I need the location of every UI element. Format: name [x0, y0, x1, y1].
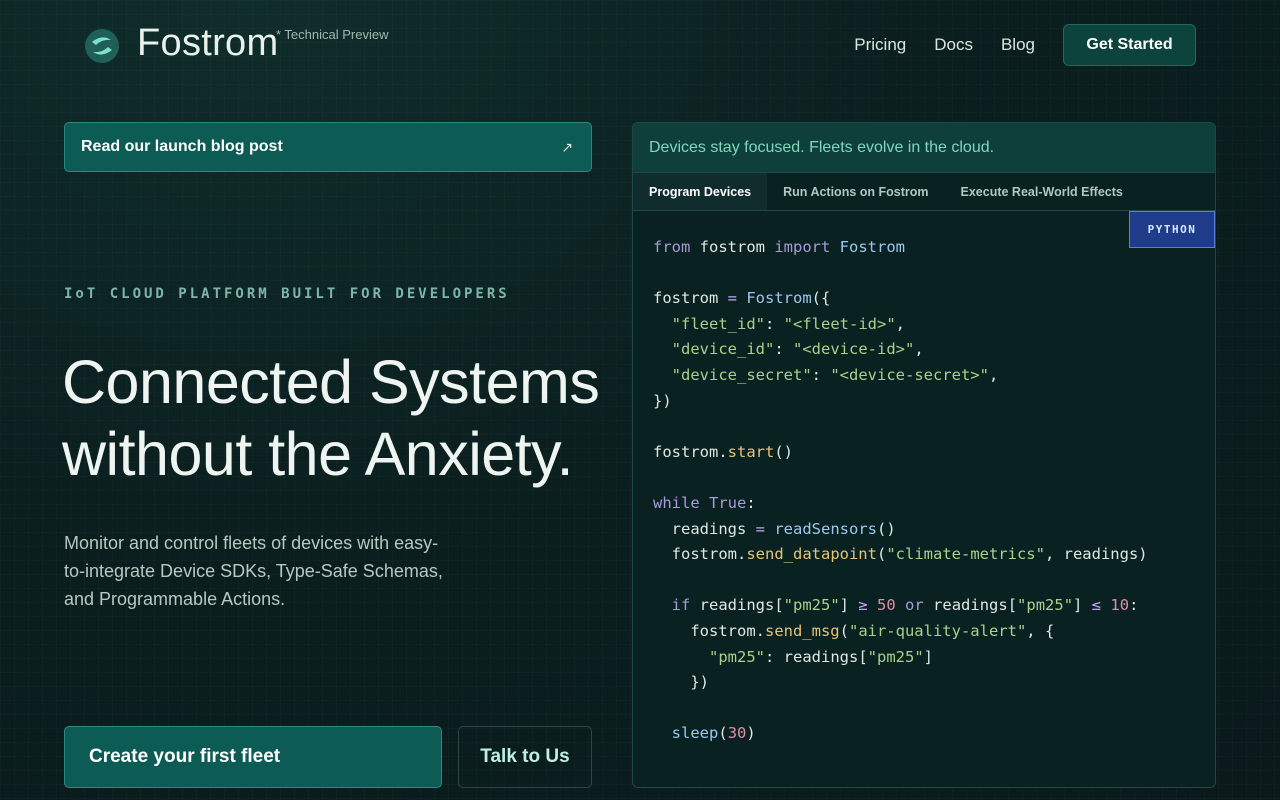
tab-run-actions[interactable]: Run Actions on Fostrom	[767, 173, 944, 210]
create-fleet-button[interactable]: Create your first fleet	[64, 726, 442, 788]
technical-preview-tag: * Technical Preview	[276, 27, 389, 42]
nav-docs[interactable]: Docs	[934, 35, 973, 55]
site-header: Fostrom * Technical Preview Pricing Docs…	[0, 0, 1280, 90]
code-sample: from fostrom import Fostrom fostrom = Fo…	[653, 238, 1148, 743]
headline-line-2: without the Anxiety.	[62, 420, 574, 488]
code-tabs: Program Devices Run Actions on Fostrom E…	[633, 173, 1215, 211]
tab-execute-effects[interactable]: Execute Real-World Effects	[945, 173, 1139, 210]
headline-line-1: Connected Systems	[62, 348, 600, 416]
hero-eyebrow: IoT CLOUD PLATFORM BUILT FOR DEVELOPERS	[64, 286, 510, 302]
code-panel: Devices stay focused. Fleets evolve in t…	[632, 122, 1216, 788]
hero-subtext: Monitor and control fleets of devices wi…	[64, 533, 443, 609]
tab-program-devices[interactable]: Program Devices	[633, 173, 768, 210]
talk-to-us-button[interactable]: Talk to Us	[458, 726, 592, 788]
code-panel-tagline: Devices stay focused. Fleets evolve in t…	[633, 123, 1215, 173]
get-started-button[interactable]: Get Started	[1063, 24, 1196, 66]
launch-blog-post-link[interactable]: Read our launch blog post ↗	[64, 122, 592, 172]
external-arrow-icon: ↗	[561, 138, 573, 155]
launch-blog-post-label: Read our launch blog post	[81, 138, 283, 155]
top-nav: Pricing Docs Blog Get Started	[854, 24, 1196, 66]
nav-blog[interactable]: Blog	[1001, 35, 1035, 55]
fostrom-logo-icon[interactable]	[84, 28, 120, 64]
hero-headline: Connected Systems without the Anxiety.	[62, 346, 622, 490]
brand-name[interactable]: Fostrom	[137, 22, 278, 65]
nav-pricing[interactable]: Pricing	[854, 35, 906, 55]
